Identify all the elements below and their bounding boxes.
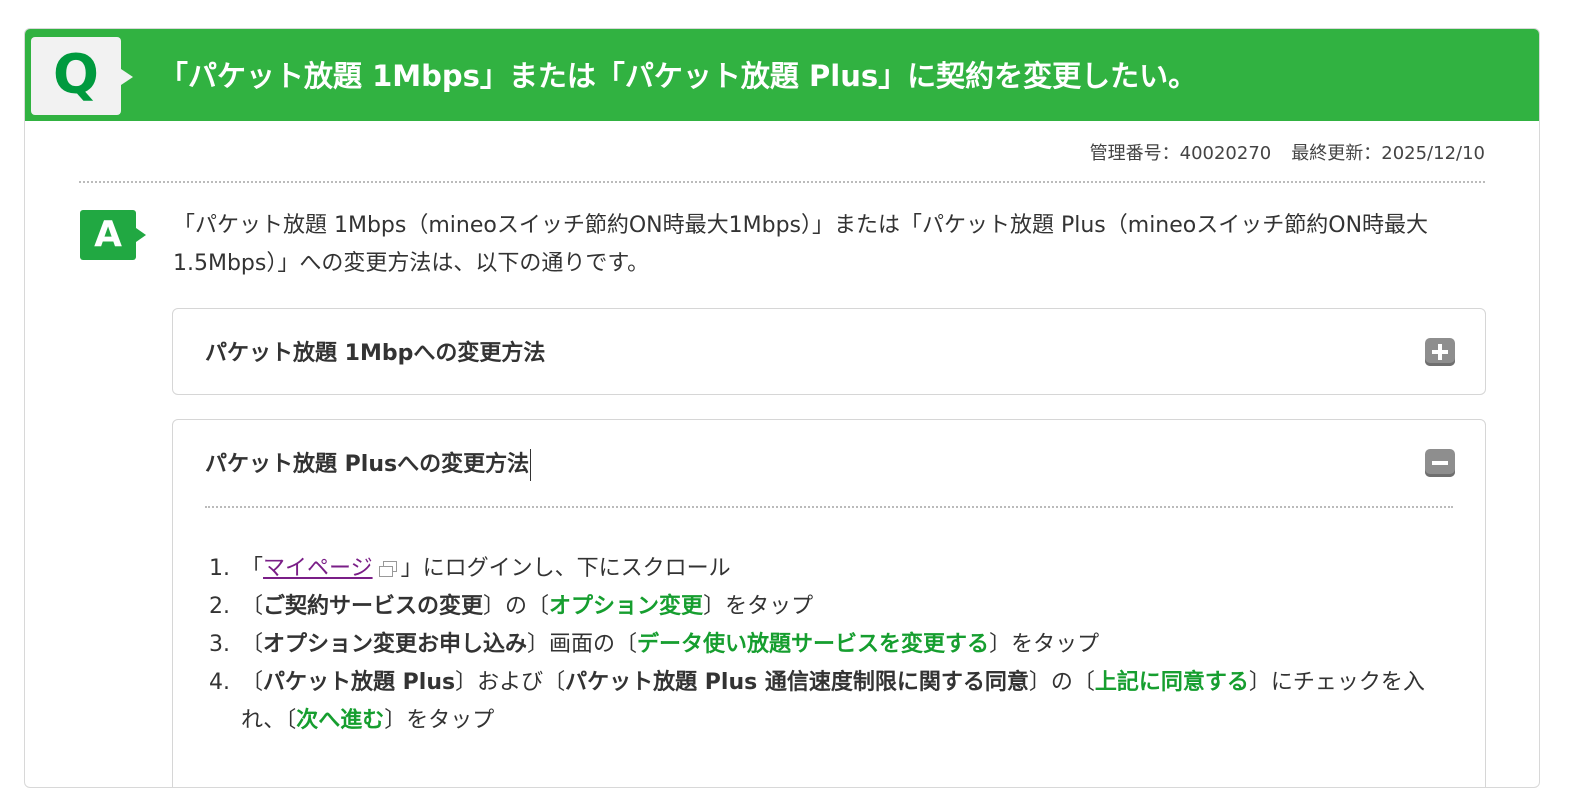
question-title: 「パケット放題 1Mbps」または「パケット放題 Plus」に契約を変更したい。: [159, 59, 1198, 93]
list-item: 4. 〔パケット放題 Plus〕および〔パケット放題 Plus 通信速度制限に関す…: [209, 670, 1425, 733]
faq-card: Q 「パケット放題 1Mbps」または「パケット放題 Plus」に契約を変更した…: [24, 28, 1540, 788]
divider: [79, 181, 1485, 183]
mypage-link[interactable]: マイページ: [263, 556, 373, 581]
list-item: 2. 〔ご契約サービスの変更〕の〔オプション変更〕をタップ: [209, 594, 814, 619]
minus-icon[interactable]: [1425, 449, 1455, 477]
text-cursor: [530, 449, 532, 481]
answer-text: 「パケット放題 1Mbps（mineoスイッチ節約ON時最大1Mbps）」または…: [173, 213, 1429, 276]
accordion-title[interactable]: パケット放題 Plusへの変更方法: [205, 446, 532, 481]
q-letter: Q: [53, 43, 99, 106]
meta-info: 管理番号：40020270 最終更新：2025/12/10: [1090, 139, 1485, 165]
steps-list: 1. 「マイページ 」にログインし、下にスクロール 2. 〔ご契約サービスの変更〕の〔…: [209, 550, 1449, 740]
plus-icon[interactable]: [1425, 338, 1455, 366]
management-number: 管理番号：40020270: [1089, 143, 1272, 164]
accordion-title[interactable]: パケット放題 1Mbpへの変更方法: [205, 335, 545, 367]
accordion-1mbps[interactable]: パケット放題 1Mbpへの変更方法: [172, 308, 1486, 395]
last-updated: 最終更新：2025/12/10: [1291, 143, 1485, 164]
accordion-divider: [205, 506, 1453, 508]
a-letter: A: [94, 214, 122, 255]
q-badge: Q: [31, 37, 133, 115]
question-header: Q 「パケット放題 1Mbps」または「パケット放題 Plus」に契約を変更した…: [25, 29, 1539, 121]
list-item: 3. 〔オプション変更お申し込み〕画面の〔データ使い放題サービスを変更する〕をタッ…: [209, 632, 1100, 657]
external-link-icon: [378, 561, 399, 577]
a-badge: A: [80, 210, 146, 260]
list-item: 1. 「マイページ 」にログインし、下にスクロール: [209, 556, 731, 581]
accordion-plus[interactable]: パケット放題 Plusへの変更方法 1. 「マイページ 」にログインし、下にスクロー…: [172, 419, 1486, 787]
